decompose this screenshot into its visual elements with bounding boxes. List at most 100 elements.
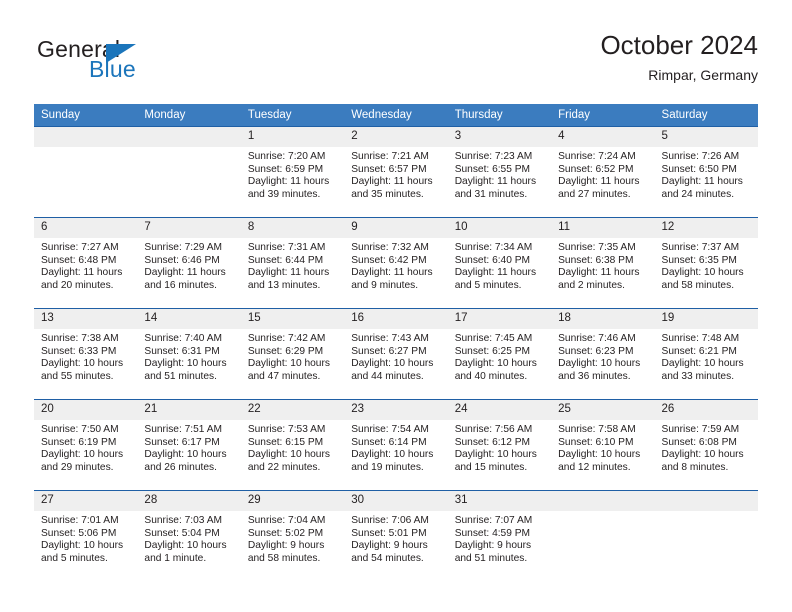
sunrise-text: Sunrise: 7:59 AM <box>661 424 740 435</box>
calendar-day-cell[interactable]: 15 Sunrise: 7:42 AM Sunset: 6:29 PM Dayligh… <box>240 308 345 400</box>
sunset-text: Sunset: 6:29 PM <box>247 345 324 357</box>
daylight-text-line1: Daylight: 10 hours <box>144 540 227 552</box>
daylight-text-line2: and 51 minutes. <box>454 552 528 564</box>
calendar-body: 1 Sunrise: 7:20 AM Sunset: 6:59 PM Daylight… <box>34 126 758 581</box>
calendar-cell-empty <box>34 126 138 218</box>
calendar-day-cell[interactable]: 26 Sunrise: 7:59 AM Sunset: 6:08 PM Dayligh… <box>654 399 758 491</box>
calendar-day-cell[interactable]: 31 Sunrise: 7:07 AM Sunset: 4:59 PM Dayligh… <box>447 490 552 581</box>
calendar-week-row: 1 Sunrise: 7:20 AM Sunset: 6:59 PM Daylight… <box>34 126 758 218</box>
calendar-week-row: 20 Sunrise: 7:50 AM Sunset: 6:19 PM Dayligh… <box>34 399 758 491</box>
daylight-text-line1: Daylight: 9 hours <box>351 540 428 552</box>
sunrise-text: Sunrise: 7:27 AM <box>41 242 119 253</box>
day-number: 15 <box>240 309 345 329</box>
daylight-text-line1: Daylight: 11 hours <box>454 267 537 279</box>
calendar-day-cell[interactable]: 27 Sunrise: 7:01 AM Sunset: 5:06 PM Dayligh… <box>34 490 138 581</box>
sunset-text: Sunset: 6:35 PM <box>661 254 737 266</box>
calendar-day-cell[interactable]: 28 Sunrise: 7:03 AM Sunset: 5:04 PM Dayligh… <box>137 490 241 581</box>
sunrise-text: Sunrise: 7:35 AM <box>558 242 636 253</box>
calendar-day-cell[interactable]: 19 Sunrise: 7:48 AM Sunset: 6:21 PM Dayligh… <box>654 308 758 400</box>
sunset-text: Sunset: 6:40 PM <box>454 254 531 266</box>
day-number <box>654 491 758 511</box>
calendar-cell-empty <box>654 490 758 581</box>
calendar-day-cell[interactable]: 9 Sunrise: 7:32 AM Sunset: 6:42 PM Daylight… <box>344 217 448 309</box>
calendar-day-cell[interactable]: 6 Sunrise: 7:27 AM Sunset: 6:48 PM Daylight… <box>34 217 138 309</box>
calendar-day-cell[interactable]: 22 Sunrise: 7:53 AM Sunset: 6:15 PM Dayligh… <box>240 399 345 491</box>
calendar-day-cell[interactable]: 20 Sunrise: 7:50 AM Sunset: 6:19 PM Dayligh… <box>34 399 138 491</box>
sunrise-text: Sunrise: 7:40 AM <box>144 333 223 344</box>
day-number: 20 <box>34 400 138 420</box>
daylight-text-line1: Daylight: 10 hours <box>454 358 537 370</box>
calendar-day-cell[interactable]: 21 Sunrise: 7:51 AM Sunset: 6:17 PM Dayligh… <box>137 399 241 491</box>
sunrise-text: Sunrise: 7:58 AM <box>558 424 636 435</box>
calendar-day-cell[interactable]: 5 Sunrise: 7:26 AM Sunset: 6:50 PM Daylight… <box>654 126 758 218</box>
sunrise-text: Sunrise: 7:38 AM <box>41 333 119 344</box>
calendar-day-cell[interactable]: 17 Sunrise: 7:45 AM Sunset: 6:25 PM Dayligh… <box>447 308 552 400</box>
calendar-day-cell[interactable]: 4 Sunrise: 7:24 AM Sunset: 6:52 PM Daylight… <box>551 126 655 218</box>
daylight-text-line1: Daylight: 9 hours <box>247 540 325 552</box>
day-number: 9 <box>344 218 448 238</box>
sunset-text: Sunset: 5:02 PM <box>247 527 324 539</box>
weekday-header-tuesday: Tuesday <box>240 104 345 127</box>
day-number: 16 <box>344 309 448 329</box>
sunrise-text: Sunrise: 7:04 AM <box>247 515 326 526</box>
day-number: 21 <box>137 400 241 420</box>
sunrise-text: Sunrise: 7:06 AM <box>351 515 429 526</box>
daylight-text-line2: and 24 minutes. <box>661 188 735 200</box>
calendar-day-cell[interactable]: 13 Sunrise: 7:38 AM Sunset: 6:33 PM Dayligh… <box>34 308 138 400</box>
calendar-table: Sunday Monday Tuesday Wednesday Thursday… <box>34 104 758 581</box>
calendar-day-cell[interactable]: 3 Sunrise: 7:23 AM Sunset: 6:55 PM Daylight… <box>447 126 552 218</box>
day-number <box>34 127 138 147</box>
calendar-day-cell[interactable]: 8 Sunrise: 7:31 AM Sunset: 6:44 PM Daylight… <box>240 217 345 309</box>
sunrise-text: Sunrise: 7:50 AM <box>41 424 119 435</box>
calendar-day-cell[interactable]: 14 Sunrise: 7:40 AM Sunset: 6:31 PM Dayligh… <box>137 308 241 400</box>
day-number: 7 <box>137 218 241 238</box>
calendar-day-cell[interactable]: 12 Sunrise: 7:37 AM Sunset: 6:35 PM Dayligh… <box>654 217 758 309</box>
sunset-text: Sunset: 6:31 PM <box>144 345 220 357</box>
sunset-text: Sunset: 6:52 PM <box>558 163 634 175</box>
day-details: Sunrise: 7:34 AM Sunset: 6:40 PM Daylight:… <box>448 238 551 292</box>
day-number <box>137 127 241 147</box>
day-number: 30 <box>344 491 448 511</box>
sunset-text: Sunset: 6:57 PM <box>351 163 427 175</box>
day-number: 28 <box>137 491 241 511</box>
sunrise-text: Sunrise: 7:48 AM <box>661 333 740 344</box>
calendar-day-cell[interactable]: 25 Sunrise: 7:58 AM Sunset: 6:10 PM Dayligh… <box>551 399 655 491</box>
daylight-text-line2: and 55 minutes. <box>41 370 114 382</box>
daylight-text-line2: and 13 minutes. <box>247 279 321 291</box>
calendar-day-cell[interactable]: 7 Sunrise: 7:29 AM Sunset: 6:46 PM Daylight… <box>137 217 241 309</box>
sunset-text: Sunset: 6:21 PM <box>661 345 737 357</box>
calendar-day-cell[interactable]: 24 Sunrise: 7:56 AM Sunset: 6:12 PM Dayligh… <box>447 399 552 491</box>
calendar-day-cell[interactable]: 29 Sunrise: 7:04 AM Sunset: 5:02 PM Dayligh… <box>240 490 345 581</box>
sunrise-text: Sunrise: 7:43 AM <box>351 333 429 344</box>
day-details: Sunrise: 7:51 AM Sunset: 6:17 PM Daylight:… <box>137 420 240 474</box>
day-number: 31 <box>447 491 552 511</box>
calendar-day-cell[interactable]: 18 Sunrise: 7:46 AM Sunset: 6:23 PM Dayligh… <box>551 308 655 400</box>
day-number: 6 <box>34 218 138 238</box>
daylight-text-line2: and 51 minutes. <box>144 370 217 382</box>
sunset-text: Sunset: 6:42 PM <box>351 254 427 266</box>
sunset-text: Sunset: 6:27 PM <box>351 345 427 357</box>
daylight-text-line2: and 35 minutes. <box>351 188 424 200</box>
calendar-day-cell[interactable]: 11 Sunrise: 7:35 AM Sunset: 6:38 PM Dayligh… <box>551 217 655 309</box>
page-title: October 2024 <box>600 30 758 60</box>
daylight-text-line2: and 58 minutes. <box>247 552 321 564</box>
day-details: Sunrise: 7:27 AM Sunset: 6:48 PM Daylight:… <box>34 238 137 292</box>
calendar-grid: Sunday Monday Tuesday Wednesday Thursday… <box>34 104 758 581</box>
daylight-text-line1: Daylight: 10 hours <box>41 449 124 461</box>
calendar-day-cell[interactable]: 2 Sunrise: 7:21 AM Sunset: 6:57 PM Daylight… <box>344 126 448 218</box>
calendar-day-cell[interactable]: 1 Sunrise: 7:20 AM Sunset: 6:59 PM Daylight… <box>240 126 345 218</box>
daylight-text-line1: Daylight: 10 hours <box>247 358 330 370</box>
sunrise-text: Sunrise: 7:21 AM <box>351 151 429 162</box>
calendar-day-cell[interactable]: 30 Sunrise: 7:06 AM Sunset: 5:01 PM Dayligh… <box>344 490 448 581</box>
weekday-header-wednesday: Wednesday <box>344 104 448 127</box>
calendar-day-cell[interactable]: 23 Sunrise: 7:54 AM Sunset: 6:14 PM Dayligh… <box>344 399 448 491</box>
sunset-text: Sunset: 6:50 PM <box>661 163 737 175</box>
calendar-day-cell[interactable]: 16 Sunrise: 7:43 AM Sunset: 6:27 PM Dayligh… <box>344 308 448 400</box>
daylight-text-line1: Daylight: 10 hours <box>41 358 124 370</box>
day-number: 24 <box>447 400 552 420</box>
day-number <box>551 491 655 511</box>
sunset-text: Sunset: 6:59 PM <box>247 163 324 175</box>
calendar-day-cell[interactable]: 10 Sunrise: 7:34 AM Sunset: 6:40 PM Dayligh… <box>447 217 552 309</box>
day-details: Sunrise: 7:53 AM Sunset: 6:15 PM Daylight:… <box>241 420 344 474</box>
daylight-text-line2: and 1 minute. <box>144 552 207 564</box>
